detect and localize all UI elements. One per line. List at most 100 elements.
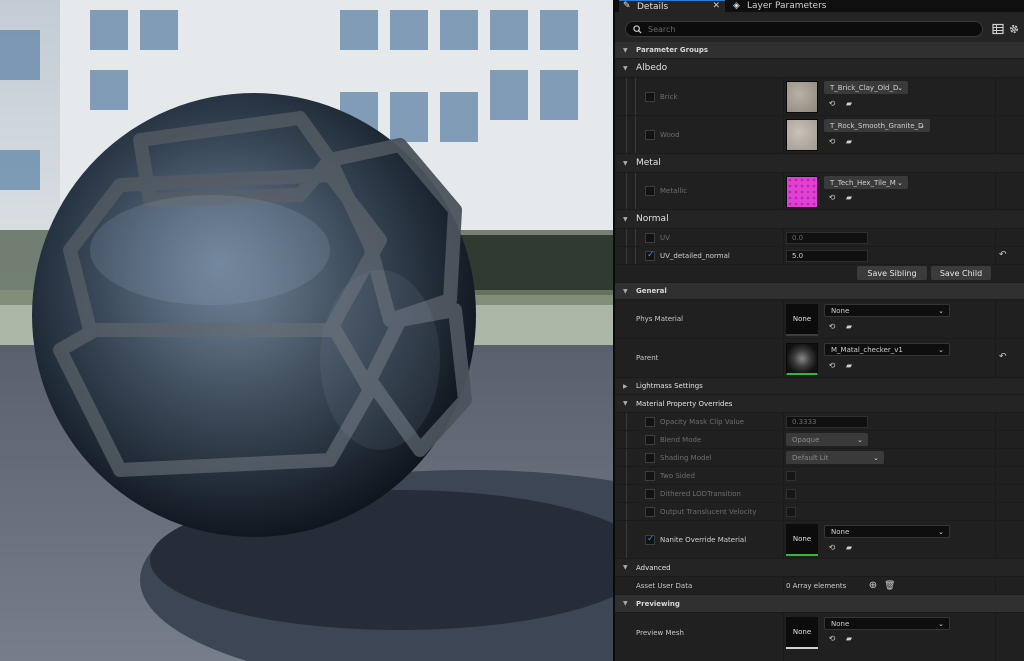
browse-folder-icon[interactable]: ▰	[844, 137, 854, 147]
preview-mesh-thumbnail[interactable]: None	[786, 617, 818, 649]
section-title: General	[636, 287, 667, 295]
reset-to-default-icon[interactable]: ↶	[999, 352, 1007, 362]
prop-two-sided-label: Two Sided	[645, 467, 695, 484]
chevron-down-icon: ⌄	[938, 527, 944, 536]
blend-mode-dropdown[interactable]: Opaque ⌄	[786, 433, 868, 446]
reset-to-default-icon[interactable]: ↶	[999, 250, 1007, 260]
output-translucent-override-checkbox[interactable]	[645, 506, 655, 517]
close-tab-icon[interactable]: ✕	[712, 1, 720, 12]
texture-thumbnail-wood[interactable]	[786, 119, 818, 151]
param-wood-checkbox[interactable]	[645, 129, 655, 140]
chevron-down-icon: ⌄	[897, 178, 903, 187]
section-advanced[interactable]: ▼ Advanced	[615, 559, 1024, 577]
group-title: Normal	[636, 214, 669, 224]
texture-name: T_Brick_Clay_Old_D	[830, 83, 899, 92]
browse-folder-icon[interactable]: ▰	[844, 543, 854, 553]
nanite-material-dropdown[interactable]: None ⌄	[824, 525, 950, 538]
group-normal[interactable]: ▼ Normal	[615, 210, 1024, 229]
prop-label: Phys Material	[636, 315, 684, 323]
trash-icon[interactable]: 🗑	[884, 581, 895, 591]
section-general[interactable]: ▼ General	[615, 283, 1024, 300]
prop-output-translucent-velocity: Output Translucent Velocity	[615, 503, 1024, 521]
section-previewing[interactable]: ▼ Previewing	[615, 595, 1024, 613]
output-translucent-value-checkbox[interactable]	[786, 507, 796, 517]
save-child-button[interactable]: Save Child	[931, 266, 991, 280]
prop-opacity-mask-label: Opacity Mask Clip Value	[645, 413, 744, 430]
use-selected-icon[interactable]: ⟲	[827, 193, 837, 203]
save-sibling-button[interactable]: Save Sibling	[857, 266, 927, 280]
add-element-icon[interactable]: ⊕	[868, 581, 878, 591]
section-title: Previewing	[636, 599, 680, 608]
texture-dropdown-metallic[interactable]: T_Tech_Hex_Tile_M ⌄	[824, 176, 908, 189]
browse-folder-icon[interactable]: ▰	[844, 99, 854, 109]
section-parameter-groups[interactable]: ▼ Parameter Groups	[615, 42, 1024, 59]
param-label-text: Two Sided	[660, 471, 695, 480]
texture-dropdown-brick[interactable]: T_Brick_Clay_Old_D ⌄	[824, 81, 908, 94]
shading-model-checkbox[interactable]	[645, 452, 655, 463]
browse-folder-icon[interactable]: ▰	[844, 361, 854, 371]
tab-details[interactable]: ✎ Details ✕	[619, 0, 725, 12]
pencil-icon: ✎	[623, 1, 631, 11]
use-selected-icon[interactable]: ⟲	[827, 99, 837, 109]
param-brick-checkbox[interactable]	[645, 91, 655, 102]
group-metal[interactable]: ▼ Metal	[615, 154, 1024, 173]
param-uv-detailed-value-field[interactable]: 5.0	[786, 250, 868, 262]
search-box[interactable]	[625, 21, 983, 37]
two-sided-value-checkbox[interactable]	[786, 471, 796, 481]
prop-nanite-label: Nanite Override Material	[645, 521, 746, 558]
tab-details-label: Details	[637, 1, 669, 12]
parent-material-dropdown[interactable]: M_Matal_checker_v1 ⌄	[824, 343, 950, 356]
texture-thumbnail-metallic[interactable]	[786, 176, 818, 208]
prop-two-sided: Two Sided	[615, 467, 1024, 485]
search-input[interactable]	[648, 24, 948, 34]
param-label-text: UV_detailed_normal	[660, 251, 730, 260]
settings-gear-icon[interactable]	[1008, 23, 1020, 35]
material-preview-viewport[interactable]	[0, 0, 613, 661]
prop-preview-mesh: Preview Mesh None None ⌄ ⟲ ▰	[615, 613, 1024, 661]
opacity-mask-value-field[interactable]: 0.3333	[786, 416, 868, 428]
browse-folder-icon[interactable]: ▰	[844, 634, 854, 644]
section-material-property-overrides[interactable]: ▼ Material Property Overrides	[615, 395, 1024, 413]
use-selected-icon[interactable]: ⟲	[827, 543, 837, 553]
browse-folder-icon[interactable]: ▰	[844, 193, 854, 203]
texture-thumbnail-brick[interactable]	[786, 81, 818, 113]
param-uv-detailed-checkbox[interactable]	[645, 250, 655, 261]
preview-mesh-dropdown[interactable]: None ⌄	[824, 617, 950, 630]
tab-layer-parameters[interactable]: ◈ Layer Parameters	[729, 0, 849, 12]
expand-arrow-icon: ▼	[623, 46, 628, 54]
tab-bar: ✎ Details ✕ ◈ Layer Parameters	[615, 0, 1024, 12]
use-selected-icon[interactable]: ⟲	[827, 137, 837, 147]
param-uv-checkbox[interactable]	[645, 232, 655, 243]
param-label-text: Wood	[660, 130, 680, 139]
shading-model-dropdown[interactable]: Default Lit ⌄	[786, 451, 884, 464]
dithered-override-checkbox[interactable]	[645, 488, 655, 499]
browse-folder-icon[interactable]: ▰	[844, 322, 854, 332]
texture-dropdown-wood[interactable]: T_Rock_Smooth_Granite_D ⌄	[824, 119, 930, 132]
field-value: 5.0	[792, 252, 804, 260]
prop-opacity-mask-clip: Opacity Mask Clip Value 0.3333	[615, 413, 1024, 431]
blend-mode-checkbox[interactable]	[645, 434, 655, 445]
use-selected-icon[interactable]: ⟲	[827, 361, 837, 371]
use-selected-icon[interactable]: ⟲	[827, 322, 837, 332]
table-view-icon[interactable]	[992, 23, 1004, 35]
expand-arrow-icon: ▼	[623, 159, 628, 167]
chevron-down-icon: ⌄	[873, 453, 879, 462]
dithered-value-checkbox[interactable]	[786, 489, 796, 499]
param-uv-value-field[interactable]: 0.0	[786, 232, 868, 244]
prop-shading-model: Shading Model Default Lit ⌄	[615, 449, 1024, 467]
nanite-override-checkbox[interactable]	[645, 534, 655, 545]
use-selected-icon[interactable]: ⟲	[827, 634, 837, 644]
dropdown-value: Default Lit	[792, 453, 829, 462]
two-sided-override-checkbox[interactable]	[645, 470, 655, 481]
parent-material-thumbnail[interactable]	[786, 343, 818, 375]
group-albedo[interactable]: ▼ Albedo	[615, 59, 1024, 78]
opacity-mask-checkbox[interactable]	[645, 416, 655, 427]
param-label-text: Brick	[660, 92, 678, 101]
nanite-material-thumbnail[interactable]: None	[786, 524, 818, 556]
phys-material-thumbnail[interactable]: None	[786, 304, 818, 336]
phys-material-dropdown[interactable]: None ⌄	[824, 304, 950, 317]
param-metallic-checkbox[interactable]	[645, 186, 655, 196]
viewport-render	[0, 0, 613, 661]
section-lightmass-settings[interactable]: ▶ Lightmass Settings	[615, 378, 1024, 395]
section-title: Lightmass Settings	[636, 382, 703, 390]
